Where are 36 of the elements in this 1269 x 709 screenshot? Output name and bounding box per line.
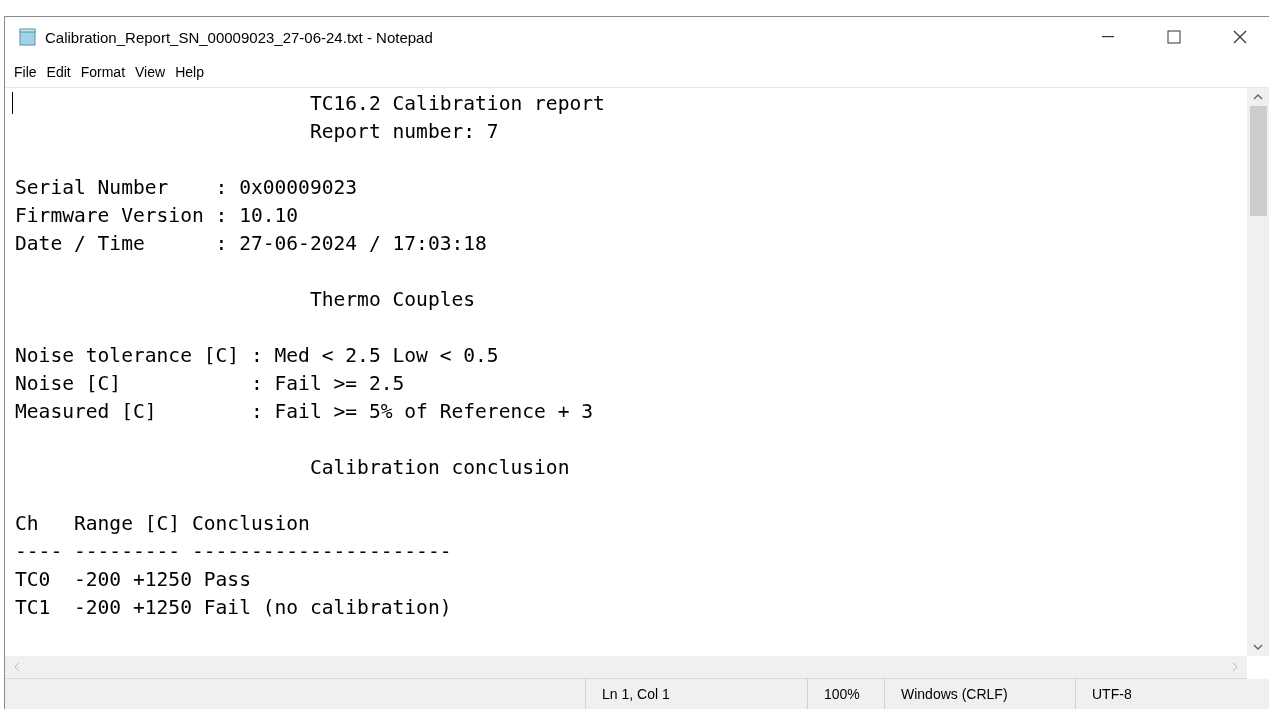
menu-item[interactable]: Format xyxy=(75,62,131,82)
maximize-icon[interactable] xyxy=(1167,30,1181,44)
menu-item[interactable]: File xyxy=(9,62,42,82)
text-line: Calibration conclusion xyxy=(308,455,571,481)
text-line: TC16.2 Calibration report xyxy=(308,91,606,117)
text-line: Ch Range [C] Conclusion xyxy=(15,511,311,537)
text-line: TC0 -200 +1250 Pass xyxy=(15,567,252,593)
status-item: 100% xyxy=(807,679,884,709)
close-icon[interactable] xyxy=(1233,30,1247,44)
menu-item[interactable]: Edit xyxy=(41,62,76,82)
vertical-scrollbar[interactable] xyxy=(1247,88,1269,656)
horizontal-scrollbar[interactable] xyxy=(5,656,1247,679)
status-item: UTF-8 xyxy=(1075,679,1269,709)
scroll-left-icon[interactable] xyxy=(13,662,21,672)
scroll-right-icon[interactable] xyxy=(1231,662,1239,672)
menu-item[interactable]: View xyxy=(130,62,171,82)
window-title: Calibration_Report_SN_00009023_27-06-24.txt - Notepad xyxy=(45,28,434,46)
text-line: Serial Number : 0x00009023 xyxy=(15,175,359,201)
text-cursor xyxy=(12,92,13,114)
status-item: Ln 1, Col 1 xyxy=(585,679,807,709)
minimize-icon[interactable] xyxy=(1102,36,1114,38)
scroll-thumb[interactable] xyxy=(1249,106,1267,216)
notepad-icon xyxy=(19,28,37,46)
text-line: Date / Time : 27-06-2024 / 17:03:18 xyxy=(15,231,488,257)
status-item: Windows (CRLF) xyxy=(884,679,1075,709)
text-line: Thermo Couples xyxy=(308,287,477,313)
text-line: Noise tolerance [C] : Med < 2.5 Low < 0.5 xyxy=(15,343,500,369)
scroll-up-icon[interactable] xyxy=(1253,93,1263,101)
text-line: Noise [C] : Fail >= 2.5 xyxy=(15,371,406,397)
menu-item[interactable]: Help xyxy=(170,62,209,82)
text-line: ---- --------- ---------------------- xyxy=(15,539,453,565)
text-line: Measured [C] : Fail >= 5% of Reference + 3 xyxy=(15,399,595,425)
text-line: Report number: 7 xyxy=(308,119,500,145)
text-line: Firmware Version : 10.10 xyxy=(15,203,300,229)
scroll-down-icon[interactable] xyxy=(1253,643,1263,651)
text-line: TC1 -200 +1250 Fail (no calibration) xyxy=(15,595,453,621)
